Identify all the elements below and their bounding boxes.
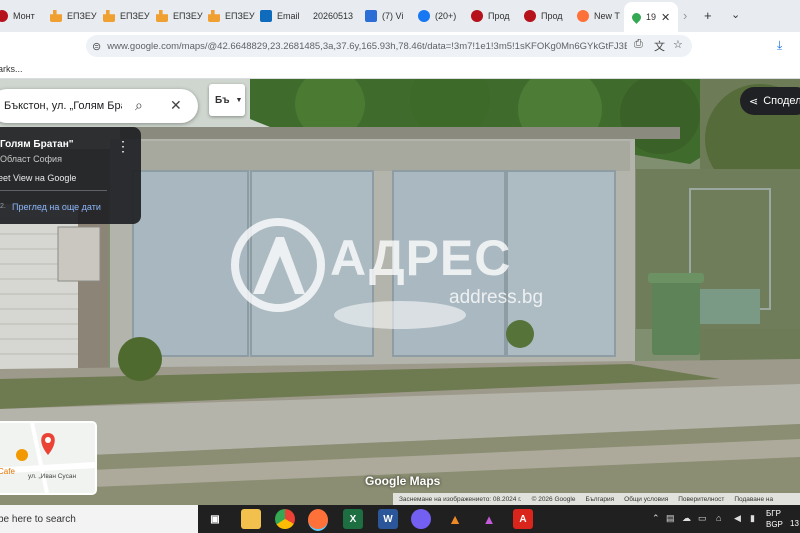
excel-icon[interactable]: X bbox=[343, 509, 363, 529]
url-text[interactable]: www.google.com/maps/@42.6648829,23.26814… bbox=[107, 41, 627, 52]
minimap-cafe-label: Cafe bbox=[0, 467, 15, 476]
tab-search-chevron-icon[interactable]: ⌄ bbox=[731, 8, 740, 21]
tab-email[interactable]: Email bbox=[260, 4, 312, 28]
watermark-brand: АДРЕС bbox=[330, 230, 512, 286]
watermark-site: address.bg bbox=[449, 287, 544, 308]
site-info-icon[interactable]: ⊜ bbox=[92, 40, 101, 53]
tab-mont[interactable]: Монт bbox=[0, 4, 56, 28]
task-view-icon[interactable]: ▣ bbox=[205, 509, 225, 529]
lang-indicator-bottom: BGP bbox=[766, 520, 783, 529]
red-circle-icon bbox=[524, 10, 536, 22]
firefox-icon[interactable] bbox=[308, 509, 328, 531]
street-view-panorama[interactable]: АДРЕС address.bg Бъкстон, ул. „Голям Бра… bbox=[0, 79, 800, 505]
minimap-street-label: ул. „Иван Сусан bbox=[28, 473, 77, 480]
street-view-info-card: Голям Братан" Област София eet View на G… bbox=[0, 127, 141, 224]
onedrive-icon[interactable]: ☁ bbox=[682, 513, 691, 524]
new-tab-icon[interactable]: + bbox=[704, 8, 712, 23]
share-button[interactable]: ⋖ Сподел bbox=[740, 87, 800, 115]
bookmark-star-icon[interactable]: ☆ bbox=[673, 38, 683, 51]
word-icon[interactable]: W bbox=[378, 509, 398, 529]
lang-indicator-top: БГР bbox=[766, 509, 781, 518]
tab-scroll-right-icon[interactable]: › bbox=[683, 8, 687, 23]
minimap[interactable]: Cafe ул. „Иван Сусан bbox=[0, 421, 97, 495]
email-icon bbox=[260, 10, 272, 22]
close-tab-icon[interactable]: ✕ bbox=[661, 11, 670, 24]
see-more-dates-link[interactable]: Преглед на още дати bbox=[12, 202, 101, 212]
search-icon[interactable]: ⌕ bbox=[135, 97, 143, 114]
viber-icon[interactable] bbox=[411, 509, 431, 529]
red-circle-icon bbox=[0, 10, 8, 22]
footer-country[interactable]: България bbox=[585, 496, 614, 503]
footer-report-link[interactable]: Подаване на bbox=[734, 496, 773, 503]
download-icon[interactable]: ⤓ bbox=[777, 38, 782, 53]
taskbar-search-box[interactable]: be here to search bbox=[0, 505, 198, 533]
language-button[interactable]: Бъ ▼ bbox=[209, 84, 245, 116]
place-subtitle: Област София bbox=[0, 154, 62, 164]
dropdown-arrow-icon: ▼ bbox=[235, 96, 243, 104]
network-icon[interactable]: ⌂ bbox=[716, 513, 721, 523]
epzeu-icon bbox=[50, 10, 62, 22]
maps-footer: Заснемане на изображението: 08.2024 г. ©… bbox=[393, 493, 800, 505]
maps-search-box[interactable]: Бъкстон, ул. „Голям Бра ⌕ ✕ bbox=[0, 89, 198, 123]
capture-date: Заснемане на изображението: 08.2024 г. bbox=[399, 495, 522, 503]
tab-facebook[interactable]: (20+) bbox=[418, 4, 470, 28]
street-view-label: eet View на Google bbox=[0, 173, 77, 183]
battery-icon[interactable]: ▮ bbox=[750, 513, 755, 524]
firefox-icon bbox=[577, 10, 589, 22]
tab-google-maps-active[interactable]: 19 ✕ bbox=[624, 2, 678, 32]
tab-epzeu-2[interactable]: ЕПЗЕУ bbox=[103, 4, 155, 28]
google-maps-logo: Google Maps bbox=[365, 474, 441, 488]
browser-tab-strip: Монт ЕПЗЕУ ЕПЗЕУ ЕПЗЕУ ЕПЗЕУ Email 20260… bbox=[0, 0, 800, 32]
omnibox[interactable]: ⊜ www.google.com/maps/@42.6648829,23.268… bbox=[86, 35, 692, 57]
epzeu-icon bbox=[208, 10, 220, 22]
tab-new-tab[interactable]: New T bbox=[577, 4, 627, 28]
tab-epzeu-1[interactable]: ЕПЗЕУ bbox=[50, 4, 102, 28]
place-title: Голям Братан" bbox=[0, 139, 74, 150]
chrome-icon[interactable] bbox=[275, 509, 295, 529]
red-circle-icon bbox=[471, 10, 483, 22]
vk-icon bbox=[365, 10, 377, 22]
search-input[interactable]: Бъкстон, ул. „Голям Бра bbox=[4, 100, 122, 112]
bookmarks-bar: arks... bbox=[0, 60, 800, 79]
volume-icon[interactable]: ◀ bbox=[734, 513, 741, 524]
copyright: © 2026 Google bbox=[531, 495, 576, 503]
bookmarks-label[interactable]: arks... bbox=[0, 64, 23, 74]
tab-prod-2[interactable]: Прод bbox=[524, 4, 576, 28]
footer-terms-link[interactable]: Общи условия bbox=[624, 496, 668, 503]
tab-prod-1[interactable]: Прод bbox=[471, 4, 523, 28]
epzeu-icon bbox=[103, 10, 115, 22]
clock-time: 13 bbox=[790, 519, 799, 528]
share-icon: ⋖ bbox=[749, 95, 759, 108]
translate-icon[interactable]: 文 bbox=[654, 38, 665, 54]
epzeu-icon bbox=[156, 10, 168, 22]
tab-epzeu-3[interactable]: ЕПЗЕУ bbox=[156, 4, 208, 28]
facebook-icon bbox=[418, 10, 430, 22]
install-app-icon[interactable]: ⎙ bbox=[634, 38, 643, 51]
maps-pin-icon bbox=[630, 10, 643, 24]
address-bar-row: ⊜ www.google.com/maps/@42.6648829,23.268… bbox=[0, 32, 800, 60]
tray-chevron-icon[interactable]: ⌃ bbox=[652, 513, 660, 524]
more-dates-prefix: 2. bbox=[0, 203, 6, 210]
tray-app-icon[interactable]: ▤ bbox=[666, 513, 675, 524]
tab-vk[interactable]: (7) Vi bbox=[365, 4, 417, 28]
display-icon[interactable]: ▭ bbox=[698, 513, 707, 524]
language-and-clock[interactable]: БГР BGP bbox=[766, 508, 783, 530]
more-options-icon[interactable]: ⋮ bbox=[116, 138, 130, 155]
clear-search-icon[interactable]: ✕ bbox=[170, 97, 182, 114]
minimap-graphic bbox=[0, 423, 95, 493]
card-divider bbox=[0, 190, 107, 191]
affinity-icon[interactable]: ▲ bbox=[479, 509, 499, 529]
file-explorer-icon[interactable] bbox=[241, 509, 261, 529]
vlc-icon[interactable]: ▲ bbox=[445, 509, 465, 529]
footer-privacy-link[interactable]: Поверителност bbox=[678, 496, 724, 503]
acrobat-icon[interactable]: A bbox=[513, 509, 533, 529]
tab-epzeu-4[interactable]: ЕПЗЕУ bbox=[208, 4, 260, 28]
tab-20260513[interactable]: 20260513 bbox=[313, 4, 365, 28]
windows-taskbar: be here to search ▣ X W ▲ ▲ A ⌃ ▤ ☁ ▭ ⌂ … bbox=[0, 505, 800, 533]
